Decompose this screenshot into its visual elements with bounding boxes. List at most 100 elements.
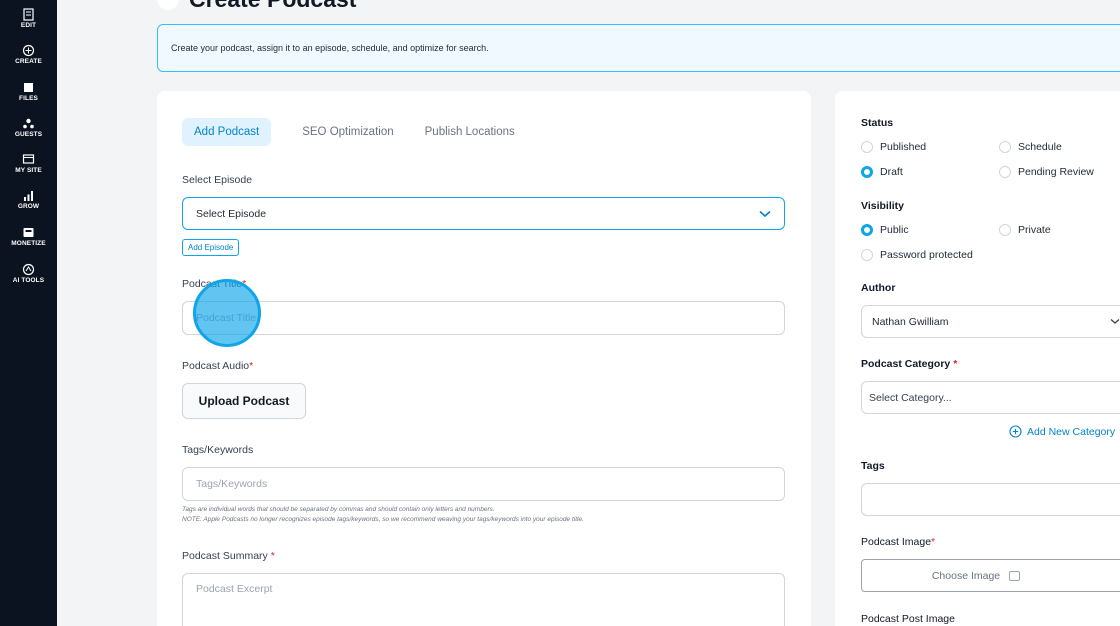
tags-field[interactable] xyxy=(861,483,1120,516)
sidebar-item-label: GUESTS xyxy=(14,131,43,138)
radio-dot xyxy=(999,141,1011,153)
radio-label: Schedule xyxy=(1018,141,1062,153)
radio-label: Private xyxy=(1018,224,1051,236)
sidebar-item-files[interactable]: FILES xyxy=(0,81,57,102)
sidebar-item-label: AI TOOLS xyxy=(12,277,45,284)
tags-label: Tags/Keywords xyxy=(182,444,254,456)
tags-label: Tags xyxy=(861,460,885,472)
status-radio-draft[interactable]: Draft xyxy=(861,166,903,178)
sidebar: EDIT CREATE FILES GUESTS MY SITE GROW MO… xyxy=(0,0,57,626)
tab-seo-optimization[interactable]: SEO Optimization xyxy=(302,126,393,138)
ai-tools-icon xyxy=(22,263,35,276)
visibility-label: Visibility xyxy=(861,200,904,212)
category-select[interactable]: Select Category... xyxy=(861,381,1120,414)
radio-label: Draft xyxy=(880,166,903,178)
status-label: Status xyxy=(861,117,894,129)
radio-label: Pending Review xyxy=(1018,166,1094,178)
upload-icon xyxy=(1009,570,1021,581)
sidebar-item-label: GROW xyxy=(17,203,40,210)
tags-help-text: Tags are individual words that should be… xyxy=(182,505,584,525)
add-circle-icon xyxy=(1009,425,1022,438)
episode-select-value: Select Episode xyxy=(196,207,267,220)
episode-select[interactable]: Select Episode xyxy=(182,197,785,230)
sidebar-item-label: CREATE xyxy=(15,58,42,65)
tags-input[interactable]: Tags/Keywords xyxy=(182,467,785,501)
tags-help-line-2: NOTE: Apple Podcasts no longer recognize… xyxy=(182,516,584,523)
podcast-summary-label: Podcast Summary * xyxy=(182,550,275,562)
grow-icon xyxy=(24,191,33,201)
podcast-title-label: Podcast Title* xyxy=(182,278,246,290)
choose-image-button[interactable]: Choose Image xyxy=(861,559,1120,592)
status-radio-schedule[interactable]: Schedule xyxy=(999,141,1062,153)
sidebar-item-edit[interactable]: EDIT xyxy=(0,8,57,29)
radio-dot-selected xyxy=(861,166,873,178)
chevron-down-icon xyxy=(1110,319,1120,324)
podcast-summary-label-text: Podcast Summary xyxy=(182,550,268,562)
radio-dot xyxy=(999,166,1011,178)
podcast-audio-label: Podcast Audio* xyxy=(182,360,253,372)
add-new-category-label: Add New Category xyxy=(1027,425,1116,438)
guests-icon xyxy=(23,118,34,129)
radio-dot xyxy=(861,249,873,261)
radio-dot xyxy=(861,141,873,153)
info-banner: Create your podcast, assign it to an epi… xyxy=(157,24,1120,72)
episode-label: Select Episode xyxy=(182,174,253,186)
form-tabs: Add Podcast SEO Optimization Publish Loc… xyxy=(182,118,546,146)
required-mark: * xyxy=(249,360,254,372)
create-icon xyxy=(22,44,35,57)
category-label: Podcast Category * xyxy=(861,358,957,370)
required-mark: * xyxy=(931,536,936,548)
publish-settings-card: Status Published Schedule Draft Pending … xyxy=(835,91,1120,626)
sidebar-item-label: MONETIZE xyxy=(11,240,46,247)
add-episode-button[interactable]: Add Episode xyxy=(182,239,240,256)
edit-icon xyxy=(23,8,34,21)
sidebar-item-my-site[interactable]: MY SITE xyxy=(0,153,57,174)
files-icon xyxy=(24,83,33,92)
tab-publish-locations[interactable]: Publish Locations xyxy=(425,126,515,138)
choose-image-label: Choose Image xyxy=(931,569,1001,582)
required-mark: * xyxy=(242,278,247,290)
add-new-category-link[interactable]: Add New Category xyxy=(1009,425,1115,438)
category-label-text: Podcast Category xyxy=(861,358,951,370)
visibility-radio-public[interactable]: Public xyxy=(861,224,909,236)
page-header: Create Podcast xyxy=(157,0,356,14)
back-icon[interactable] xyxy=(157,0,179,10)
author-select-value: Nathan Gwilliam xyxy=(872,315,949,328)
chevron-down-icon xyxy=(759,210,771,217)
author-label: Author xyxy=(861,282,896,294)
radio-dot xyxy=(999,224,1011,236)
radio-label: Published xyxy=(880,141,927,153)
sidebar-item-create[interactable]: CREATE xyxy=(0,44,57,65)
podcast-audio-label-text: Podcast Audio xyxy=(182,360,250,372)
required-mark: * xyxy=(270,550,275,562)
main-content: Create Podcast Create your podcast, assi… xyxy=(57,0,1120,626)
sidebar-item-guests[interactable]: GUESTS xyxy=(0,117,57,138)
visibility-radio-password[interactable]: Password protected xyxy=(861,249,973,261)
podcast-image-label: Podcast Image* xyxy=(861,536,935,548)
sidebar-item-label: EDIT xyxy=(20,22,37,29)
site-icon xyxy=(22,154,35,164)
status-radio-published[interactable]: Published xyxy=(861,141,926,153)
sidebar-item-grow[interactable]: GROW xyxy=(0,189,57,210)
podcast-title-label-text: Podcast Title xyxy=(182,278,243,290)
podcast-form-card: Add Podcast SEO Optimization Publish Loc… xyxy=(157,91,811,626)
radio-dot-selected xyxy=(861,224,873,236)
status-radio-pending-review[interactable]: Pending Review xyxy=(999,166,1094,178)
sidebar-item-label: MY SITE xyxy=(15,167,42,174)
podcast-title-input[interactable]: Podcast Title xyxy=(182,301,785,335)
podcast-summary-textarea[interactable]: Podcast Excerpt xyxy=(182,573,785,626)
sidebar-item-label: FILES xyxy=(19,95,38,102)
required-mark: * xyxy=(953,358,958,370)
monetize-icon xyxy=(23,228,34,237)
sidebar-item-monetize[interactable]: MONETIZE xyxy=(0,226,57,247)
podcast-image-label-text: Podcast Image xyxy=(861,536,932,548)
tab-add-podcast[interactable]: Add Podcast xyxy=(182,118,272,146)
author-select[interactable]: Nathan Gwilliam xyxy=(861,305,1120,338)
radio-label: Password protected xyxy=(880,249,973,261)
radio-label: Public xyxy=(880,224,909,236)
sidebar-item-ai-tools[interactable]: AI TOOLS xyxy=(0,263,57,284)
podcast-post-image-label: Podcast Post Image xyxy=(861,613,955,625)
upload-podcast-button[interactable]: Upload Podcast xyxy=(182,383,306,419)
visibility-radio-private[interactable]: Private xyxy=(999,224,1051,236)
tags-help-line-1: Tags are individual words that should be… xyxy=(182,506,495,513)
